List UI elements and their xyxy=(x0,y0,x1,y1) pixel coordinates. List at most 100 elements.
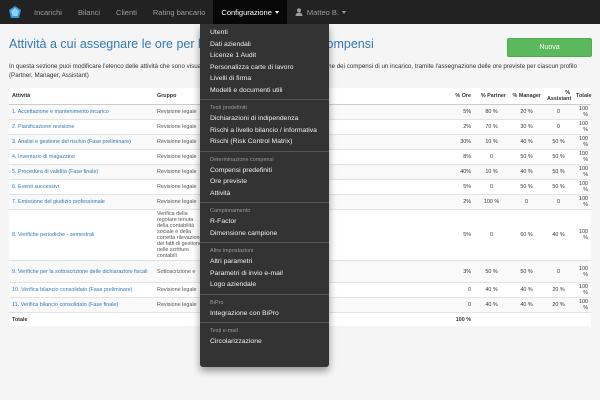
total-cell: 100 % xyxy=(573,134,591,150)
menu-item[interactable]: Dichiarazioni di indipendenza xyxy=(200,113,329,125)
manager-cell: 40 % xyxy=(509,134,544,150)
total-cell: 100 % xyxy=(573,260,591,283)
menu-item[interactable]: Rischi (Risk Control Matrix) xyxy=(200,136,329,148)
brand-logo[interactable] xyxy=(4,0,26,24)
manager-cell: 40 % xyxy=(509,282,544,298)
menu-item[interactable]: Ore previste xyxy=(200,176,329,188)
menu-divider xyxy=(200,242,329,243)
activity-link[interactable]: 11. Verifica bilancio consolidato (Fase … xyxy=(12,302,118,308)
total-value: 100 % xyxy=(445,312,474,326)
partner-cell: 0 xyxy=(474,209,509,261)
total-cell: 100 % xyxy=(573,297,591,313)
total-cell: 100 % xyxy=(573,194,591,210)
total-cell: 100 % xyxy=(573,282,591,298)
assistant-cell: 0 xyxy=(544,260,573,283)
activity-link[interactable]: 3. Analisi e gestione del rischio (Fase … xyxy=(12,139,131,145)
menu-divider xyxy=(200,322,329,323)
menu-item[interactable]: Licenze 1 Audit xyxy=(200,50,329,62)
ore-cell: 2% xyxy=(445,194,474,210)
header-partner[interactable]: % Partner xyxy=(474,88,509,105)
menu-item[interactable]: Dati aziendali xyxy=(200,39,329,51)
header-activity[interactable]: Attività xyxy=(9,88,154,105)
header-manager[interactable]: % Manager xyxy=(509,88,544,105)
menu-section-header: Testi e-mail xyxy=(210,328,238,334)
nav-user-menu[interactable]: Matteo B. xyxy=(287,0,354,24)
menu-item[interactable]: Rischi a livello bilancio / informativa xyxy=(200,125,329,137)
menu-item[interactable]: Modelli e documenti utili xyxy=(200,85,329,97)
assistant-cell: 40 % xyxy=(544,209,573,261)
menu-item[interactable]: Utenti xyxy=(200,27,329,39)
menu-item[interactable]: Livelli di firma xyxy=(200,73,329,85)
header-total[interactable]: Totale xyxy=(573,88,591,105)
total-cell: 100 % xyxy=(573,209,591,261)
menu-item[interactable]: Attività xyxy=(200,188,329,200)
menu-section-header: Campionamento xyxy=(210,208,251,214)
total-cell: 100 % xyxy=(573,179,591,195)
ore-cell: 5% xyxy=(445,209,474,261)
activity-link[interactable]: 6. Eventi successivi xyxy=(12,184,59,190)
menu-item[interactable]: R-Factor xyxy=(200,216,329,228)
total-label: Totale xyxy=(9,312,154,326)
ore-cell: 40% xyxy=(445,164,474,180)
menu-item[interactable]: Integrazione con BiPro xyxy=(200,308,329,320)
menu-item[interactable]: Compensi predefiniti xyxy=(200,165,329,177)
assistant-cell: 50 % xyxy=(544,134,573,150)
assistant-cell: 20 % xyxy=(544,297,573,313)
menu-section-header: Determinazione compensi xyxy=(210,156,274,163)
ore-cell: 5% xyxy=(445,104,474,120)
menu-divider xyxy=(200,293,329,295)
user-icon xyxy=(295,8,303,16)
partner-cell: 40 % xyxy=(474,297,509,313)
partner-cell: 0 xyxy=(474,149,509,165)
nav-item-configurazione[interactable]: Configurazione xyxy=(213,0,287,24)
ore-cell: 3% xyxy=(445,260,474,283)
ore-cell: 5% xyxy=(445,179,474,195)
assistant-cell: 0 xyxy=(544,194,573,210)
menu-item[interactable]: Parametri di invio e-mail xyxy=(200,268,329,280)
nav-item-bilanci[interactable]: Bilanci xyxy=(70,0,108,24)
nav-item-clienti[interactable]: Clienti xyxy=(108,0,145,24)
configurazione-dropdown-menu: Utenti Dati aziendali Licenze 1 Audit Perso… xyxy=(200,24,329,367)
menu-divider xyxy=(200,202,329,203)
manager-cell: 50 % xyxy=(509,260,544,283)
menu-item[interactable]: Logo aziendale xyxy=(200,279,329,291)
manager-cell: 60 % xyxy=(509,209,544,261)
total-cell: 100 % xyxy=(573,104,591,120)
ore-cell: 2% xyxy=(445,119,474,135)
activity-link[interactable]: 4. Inventario di magazzino xyxy=(12,154,75,160)
menu-item[interactable]: Dimensione campione xyxy=(200,228,329,240)
menu-item[interactable]: Altri parametri xyxy=(200,256,329,268)
total-cell: 100 % xyxy=(573,164,591,180)
menu-item[interactable]: Personalizza carte di lavoro xyxy=(200,62,329,74)
ore-cell: 8% xyxy=(445,149,474,165)
activity-link[interactable]: 10. Verifica bilancio consolidato (Fase … xyxy=(12,287,132,293)
manager-cell: 40 % xyxy=(509,164,544,180)
manager-cell: 0 xyxy=(509,194,544,210)
menu-section-header: Testi predefiniti xyxy=(210,105,247,111)
assistant-cell: 50 % xyxy=(544,149,573,165)
top-navbar: Incarichi Bilanci Clienti Rating bancari… xyxy=(0,0,600,24)
partner-cell: 10 % xyxy=(474,164,509,180)
total-cell: 100 % xyxy=(573,149,591,165)
new-activity-button[interactable]: Nuova xyxy=(507,38,592,57)
partner-cell: 80 % xyxy=(474,104,509,120)
activity-link[interactable]: 8. Verifiche periodiche - semestrali xyxy=(12,232,94,238)
header-assistant[interactable]: % Assistant xyxy=(544,88,573,105)
activity-link[interactable]: 5. Procedura di validità (Fase finale) xyxy=(12,169,98,175)
nav-item-incarichi[interactable]: Incarichi xyxy=(26,0,70,24)
activity-link[interactable]: 1. Accettazione e mantenimento incarico xyxy=(12,109,109,115)
menu-section-header: Altre impostazioni xyxy=(210,248,254,254)
logo-icon xyxy=(9,6,21,18)
partner-cell: 10 % xyxy=(474,134,509,150)
activity-link[interactable]: 2. Pianificazione revisione xyxy=(12,124,74,130)
header-ore[interactable]: % Ore xyxy=(445,88,474,105)
menu-item[interactable]: Circolarizzazione xyxy=(200,336,329,348)
nav-item-rating-bancario[interactable]: Rating bancario xyxy=(145,0,214,24)
activity-link[interactable]: 9. Verifiche per la sottoscrizione delle… xyxy=(12,269,147,275)
assistant-cell: 20 % xyxy=(544,282,573,298)
activity-link[interactable]: 7. Emissione del giudizio professionale xyxy=(12,199,105,205)
partner-cell: 70 % xyxy=(474,119,509,135)
manager-cell: 50 % xyxy=(509,149,544,165)
manager-cell: 50 % xyxy=(509,179,544,195)
partner-cell: 100 % xyxy=(474,194,509,210)
